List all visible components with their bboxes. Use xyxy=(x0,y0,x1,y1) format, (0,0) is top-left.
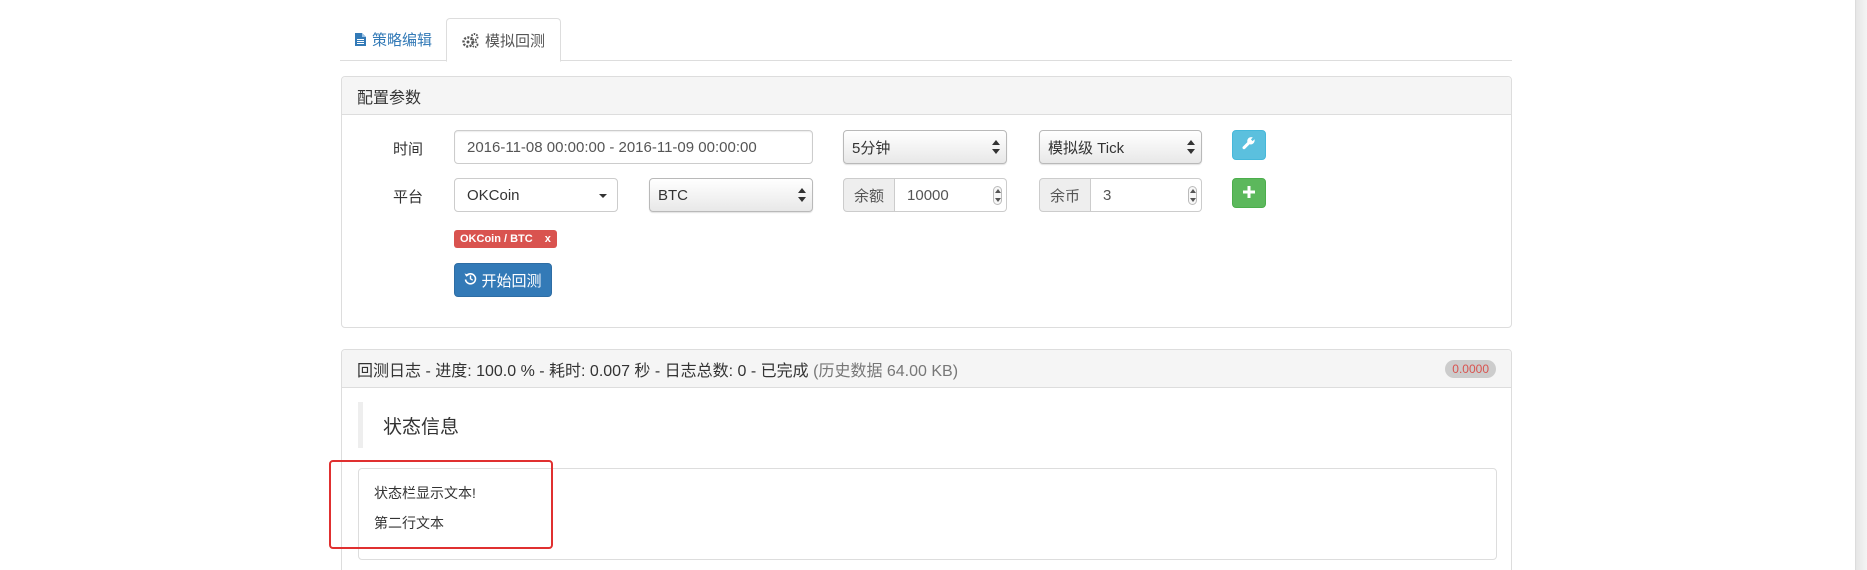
time-label: 时间 xyxy=(392,141,423,158)
time-range-input[interactable]: 2016-11-08 00:00:00 - 2016-11-09 00:00:0… xyxy=(454,130,813,164)
status-box: 状态栏显示文本! 第二行文本 xyxy=(358,468,1497,560)
coins-value: 3 xyxy=(1103,186,1112,204)
log-progress-text: 回测日志 - 进度: 100.0 % - 耗时: 0.007 秒 - 日志总数:… xyxy=(357,362,809,380)
exchange-dropdown[interactable]: OKCoin xyxy=(454,178,618,212)
balance-label: 余额 xyxy=(843,178,896,212)
log-panel: 回测日志 - 进度: 100.0 % - 耗时: 0.007 秒 - 日志总数:… xyxy=(341,349,1512,570)
status-line: 状态栏显示文本! xyxy=(374,485,476,501)
page-scrollbar[interactable] xyxy=(1855,0,1867,570)
platform-label: 平台 xyxy=(392,189,423,206)
log-summary: 回测日志 - 进度: 100.0 % - 耗时: 0.007 秒 - 日志总数:… xyxy=(357,357,958,381)
mode-select-value: 模拟级 Tick xyxy=(1048,139,1125,157)
history-icon xyxy=(464,272,477,289)
tab-backtest[interactable]: 模拟回测 xyxy=(446,18,562,62)
wrench-icon xyxy=(1242,136,1256,154)
mode-select[interactable]: 模拟级 Tick xyxy=(1039,130,1202,164)
balance-input[interactable]: 10000 xyxy=(895,178,1007,212)
select-arrows-icon xyxy=(1187,140,1195,154)
balance-input-group: 余额 10000 xyxy=(843,178,1007,212)
add-platform-button[interactable] xyxy=(1232,178,1266,208)
platform-tag: OKCoin / BTC x xyxy=(454,230,557,248)
select-arrows-icon xyxy=(798,188,806,202)
period-select-value: 5分钟 xyxy=(852,139,891,157)
tab-strategy-edit-label: 策略编辑 xyxy=(372,32,433,49)
select-arrows-icon xyxy=(992,140,1000,154)
status-title: 状态信息 xyxy=(358,402,459,448)
coins-label: 余币 xyxy=(1039,178,1092,212)
period-select[interactable]: 5分钟 xyxy=(843,130,1007,164)
tab-backtest-label: 模拟回测 xyxy=(485,32,546,50)
remove-tag-button[interactable]: x xyxy=(545,233,551,245)
currency-select-value: BTC xyxy=(658,186,688,204)
currency-select[interactable]: BTC xyxy=(649,178,813,212)
settings-button[interactable] xyxy=(1232,130,1266,160)
coins-input[interactable]: 3 xyxy=(1091,178,1202,212)
history-data-size: (历史数据 64.00 KB) xyxy=(813,362,959,380)
document-icon xyxy=(355,33,366,46)
plus-icon xyxy=(1243,185,1255,202)
cogs-icon xyxy=(462,32,479,48)
caret-down-icon xyxy=(599,194,607,198)
exchange-dropdown-value: OKCoin xyxy=(467,186,520,204)
tab-strategy-edit[interactable]: 策略编辑 xyxy=(340,18,447,61)
balance-value: 10000 xyxy=(907,186,949,204)
log-panel-heading: 回测日志 - 进度: 100.0 % - 耗时: 0.007 秒 - 日志总数:… xyxy=(342,350,1511,388)
start-backtest-button[interactable]: 开始回测 xyxy=(454,263,552,297)
profit-badge: 0.0000 xyxy=(1445,359,1496,378)
config-panel-heading: 配置参数 xyxy=(342,77,1511,115)
coins-input-group: 余币 3 xyxy=(1039,178,1202,212)
number-spinner-icon[interactable] xyxy=(1188,186,1197,205)
status-line: 第二行文本 xyxy=(374,515,444,531)
number-spinner-icon[interactable] xyxy=(993,186,1002,205)
editor-tabs: 策略编辑 模拟回测 xyxy=(340,18,1512,62)
start-backtest-label: 开始回测 xyxy=(481,272,542,290)
platform-tag-label: OKCoin / BTC xyxy=(460,233,533,245)
